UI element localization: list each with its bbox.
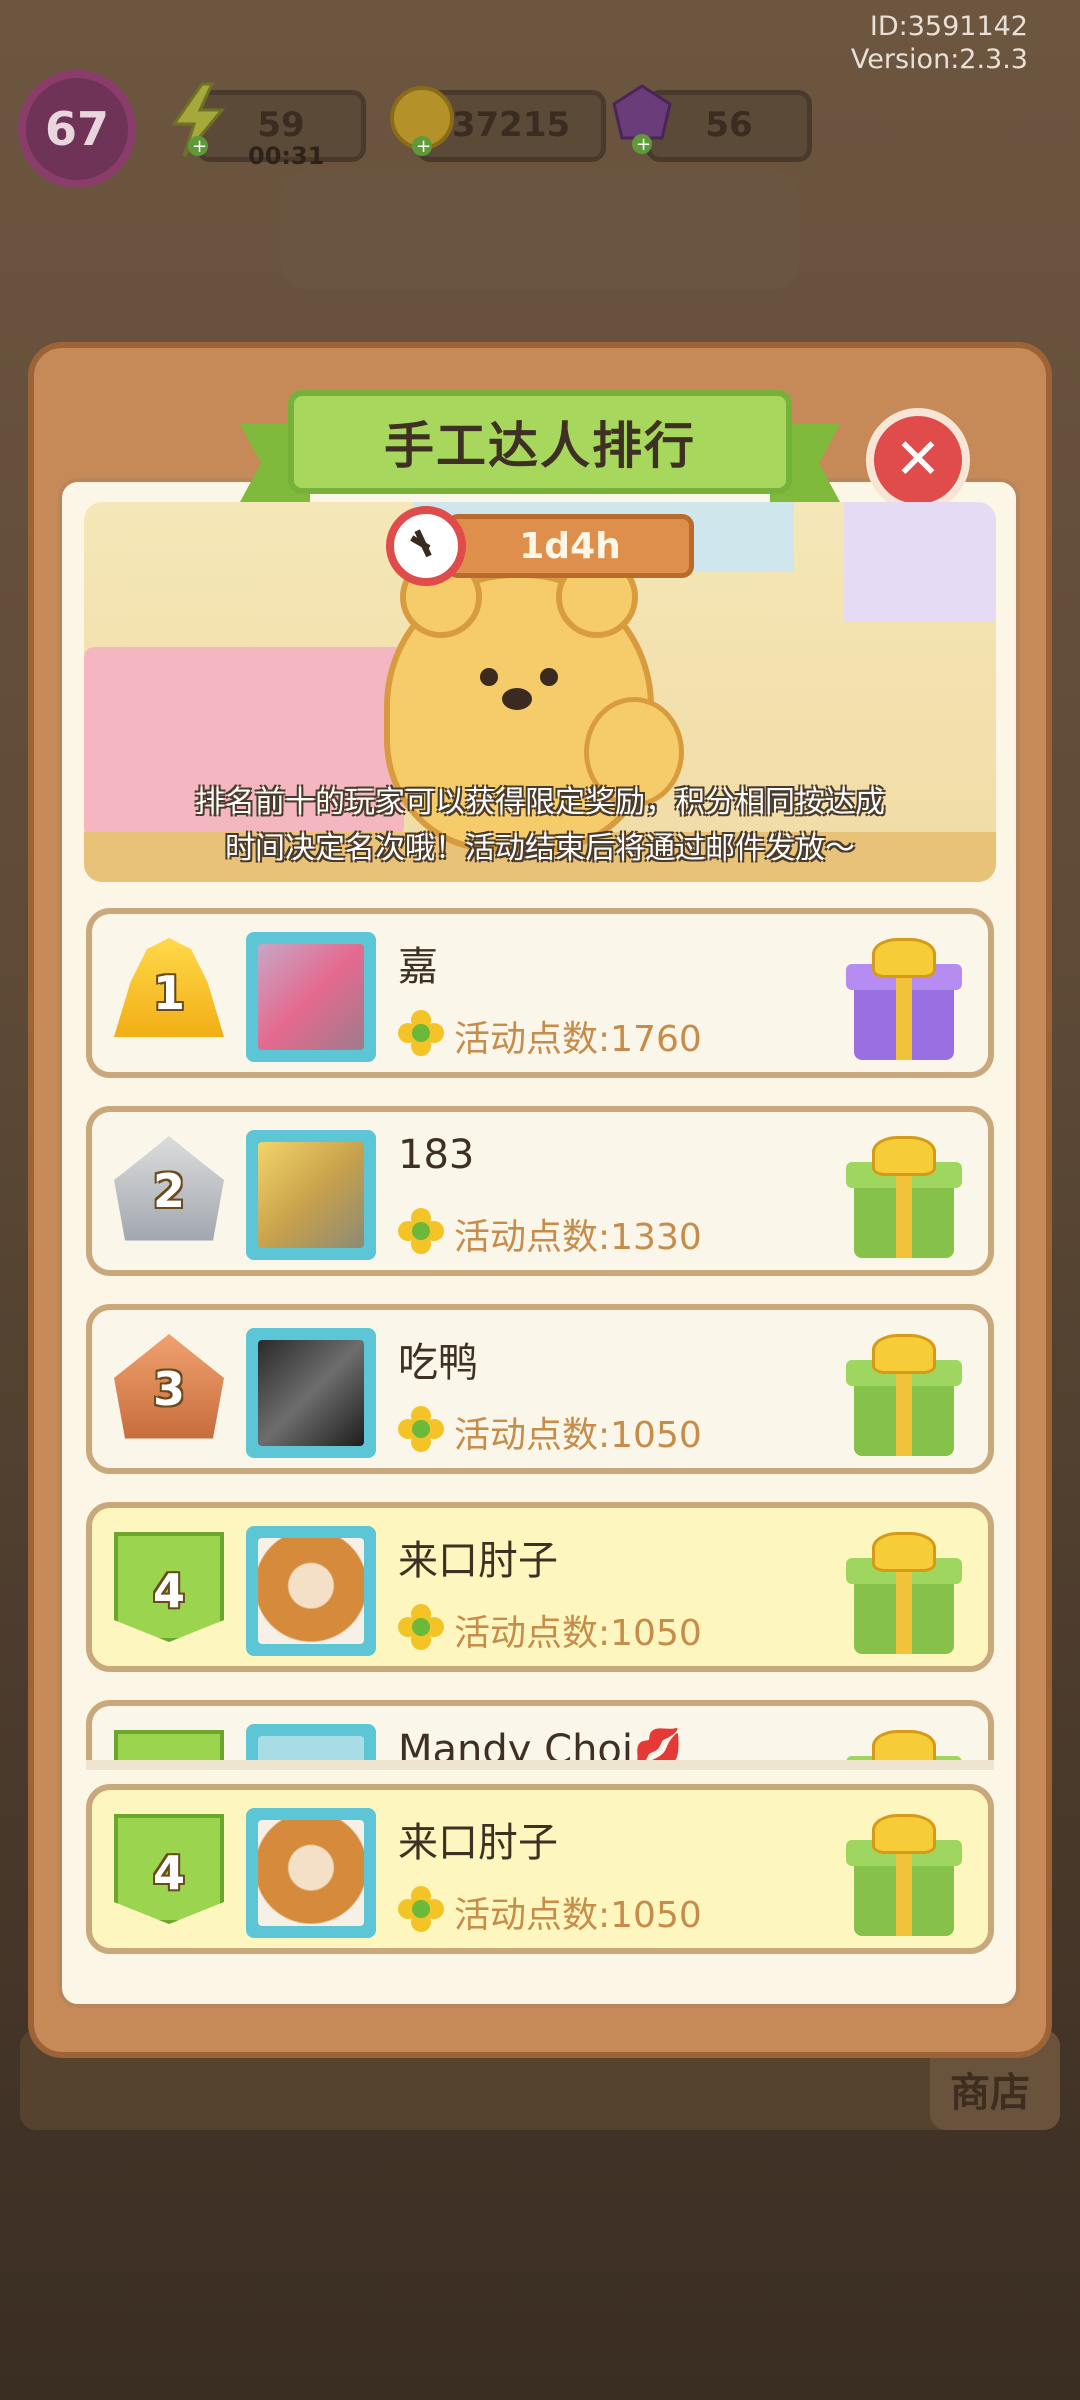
player-name: 吃鸭	[398, 1340, 478, 1386]
ranking-row[interactable]: 2 183 活动点数:1330	[86, 1106, 994, 1276]
coin-icon: +	[390, 86, 454, 157]
silver-crown-icon: 2	[114, 1136, 224, 1241]
rank-number: 1	[152, 966, 185, 1020]
event-rules-note: 排名前十的玩家可以获得限定奖励，积分相同按达成 时间决定名次哦！活动结束后将通过…	[84, 780, 996, 872]
player-name: 来口肘子	[398, 1820, 558, 1866]
close-button[interactable]: ✕	[866, 408, 970, 512]
panel-title: 手工达人排行	[384, 417, 696, 475]
avatar-image	[258, 1340, 364, 1446]
flower-icon	[398, 1208, 444, 1254]
gift-box-icon[interactable]	[844, 1810, 964, 1940]
energy-timer: 00:31	[248, 142, 325, 170]
title-plate: 手工达人排行	[288, 390, 792, 494]
list-divider	[86, 1760, 994, 1770]
event-timer: 1d4h	[386, 506, 698, 586]
avatar-image	[258, 1142, 364, 1248]
rank-flag-icon	[114, 1730, 224, 1760]
avatar-image	[258, 1736, 364, 1760]
activity-points: 活动点数:1330	[454, 1217, 702, 1258]
clock-icon	[386, 506, 466, 586]
avatar[interactable]	[246, 1724, 376, 1760]
bronze-crown-icon: 3	[114, 1334, 224, 1439]
svg-text:+: +	[192, 136, 207, 157]
svg-text:+: +	[636, 134, 651, 155]
event-rules-line2: 时间决定名次哦！活动结束后将通过邮件发放～	[225, 831, 855, 866]
ranking-row[interactable]: 1 嘉 活动点数:1760	[86, 908, 994, 1078]
flower-icon	[398, 1886, 444, 1932]
svg-text:+: +	[416, 136, 431, 157]
player-name: 183	[398, 1132, 475, 1178]
gem-icon: +	[612, 84, 672, 155]
flower-icon	[398, 1604, 444, 1650]
gold-crown-icon: 1	[114, 938, 224, 1037]
flower-icon	[398, 1406, 444, 1452]
player-id: ID:3591142	[869, 11, 1028, 42]
gift-box-icon[interactable]	[844, 934, 964, 1064]
activity-points: 活动点数:1050	[454, 1613, 702, 1654]
gift-box-icon[interactable]	[844, 1528, 964, 1658]
rank-number: 4	[152, 1564, 185, 1618]
background-shelf	[280, 170, 800, 290]
gift-box-icon[interactable]	[844, 1726, 964, 1760]
decor-frame	[844, 502, 996, 622]
lightning-icon: +	[171, 82, 226, 157]
avatar-image	[258, 1538, 364, 1644]
timer-value: 1d4h	[519, 525, 621, 567]
close-icon: ✕	[894, 427, 942, 492]
activity-points: 活动点数:1050	[454, 1895, 702, 1936]
level-value: 67	[44, 102, 109, 156]
rank-number: 2	[152, 1164, 185, 1218]
rank-flag-icon: 4	[114, 1814, 224, 1924]
rank-flag-icon: 4	[114, 1532, 224, 1642]
gift-box-icon[interactable]	[844, 1132, 964, 1262]
my-rank-row[interactable]: 4 来口肘子 活动点数:1050	[86, 1784, 994, 1954]
event-rules-line1: 排名前十的玩家可以获得限定奖励，积分相同按达成	[195, 785, 885, 820]
avatar[interactable]	[246, 1526, 376, 1656]
avatar-image	[258, 1820, 364, 1926]
avatar-image	[258, 944, 364, 1050]
ranking-row[interactable]: 3 吃鸭 活动点数:1050	[86, 1304, 994, 1474]
flower-icon	[398, 1010, 444, 1056]
timer-pill: 1d4h	[446, 514, 694, 578]
ranking-row[interactable]: 4 来口肘子 活动点数:1050	[86, 1502, 994, 1672]
version-label: Version:2.3.3	[850, 44, 1028, 75]
player-name: 来口肘子	[398, 1538, 558, 1584]
gift-box-icon[interactable]	[844, 1330, 964, 1460]
avatar[interactable]	[246, 1130, 376, 1260]
avatar[interactable]	[246, 932, 376, 1062]
activity-points: 活动点数:1050	[454, 1415, 702, 1456]
player-name: 嘉	[398, 944, 438, 990]
rank-number: 3	[152, 1362, 185, 1416]
ranking-row[interactable]: Mandy Choi💋	[86, 1700, 994, 1760]
title-banner: 手工达人排行	[240, 390, 840, 502]
shop-label: 商店	[950, 2070, 1030, 2116]
ranking-list[interactable]: 1 嘉 活动点数:1760 2 183 活动点数:1330 3 吃鸭 活动点数:…	[86, 900, 994, 1760]
build-info: ID:3591142 Version:2.3.3	[851, 10, 1028, 76]
activity-points: 活动点数:1760	[454, 1019, 702, 1060]
avatar[interactable]	[246, 1808, 376, 1938]
level-badge[interactable]: 67	[18, 70, 136, 188]
rank-number: 4	[152, 1846, 185, 1900]
player-name: Mandy Choi💋	[398, 1727, 683, 1760]
avatar[interactable]	[246, 1328, 376, 1458]
